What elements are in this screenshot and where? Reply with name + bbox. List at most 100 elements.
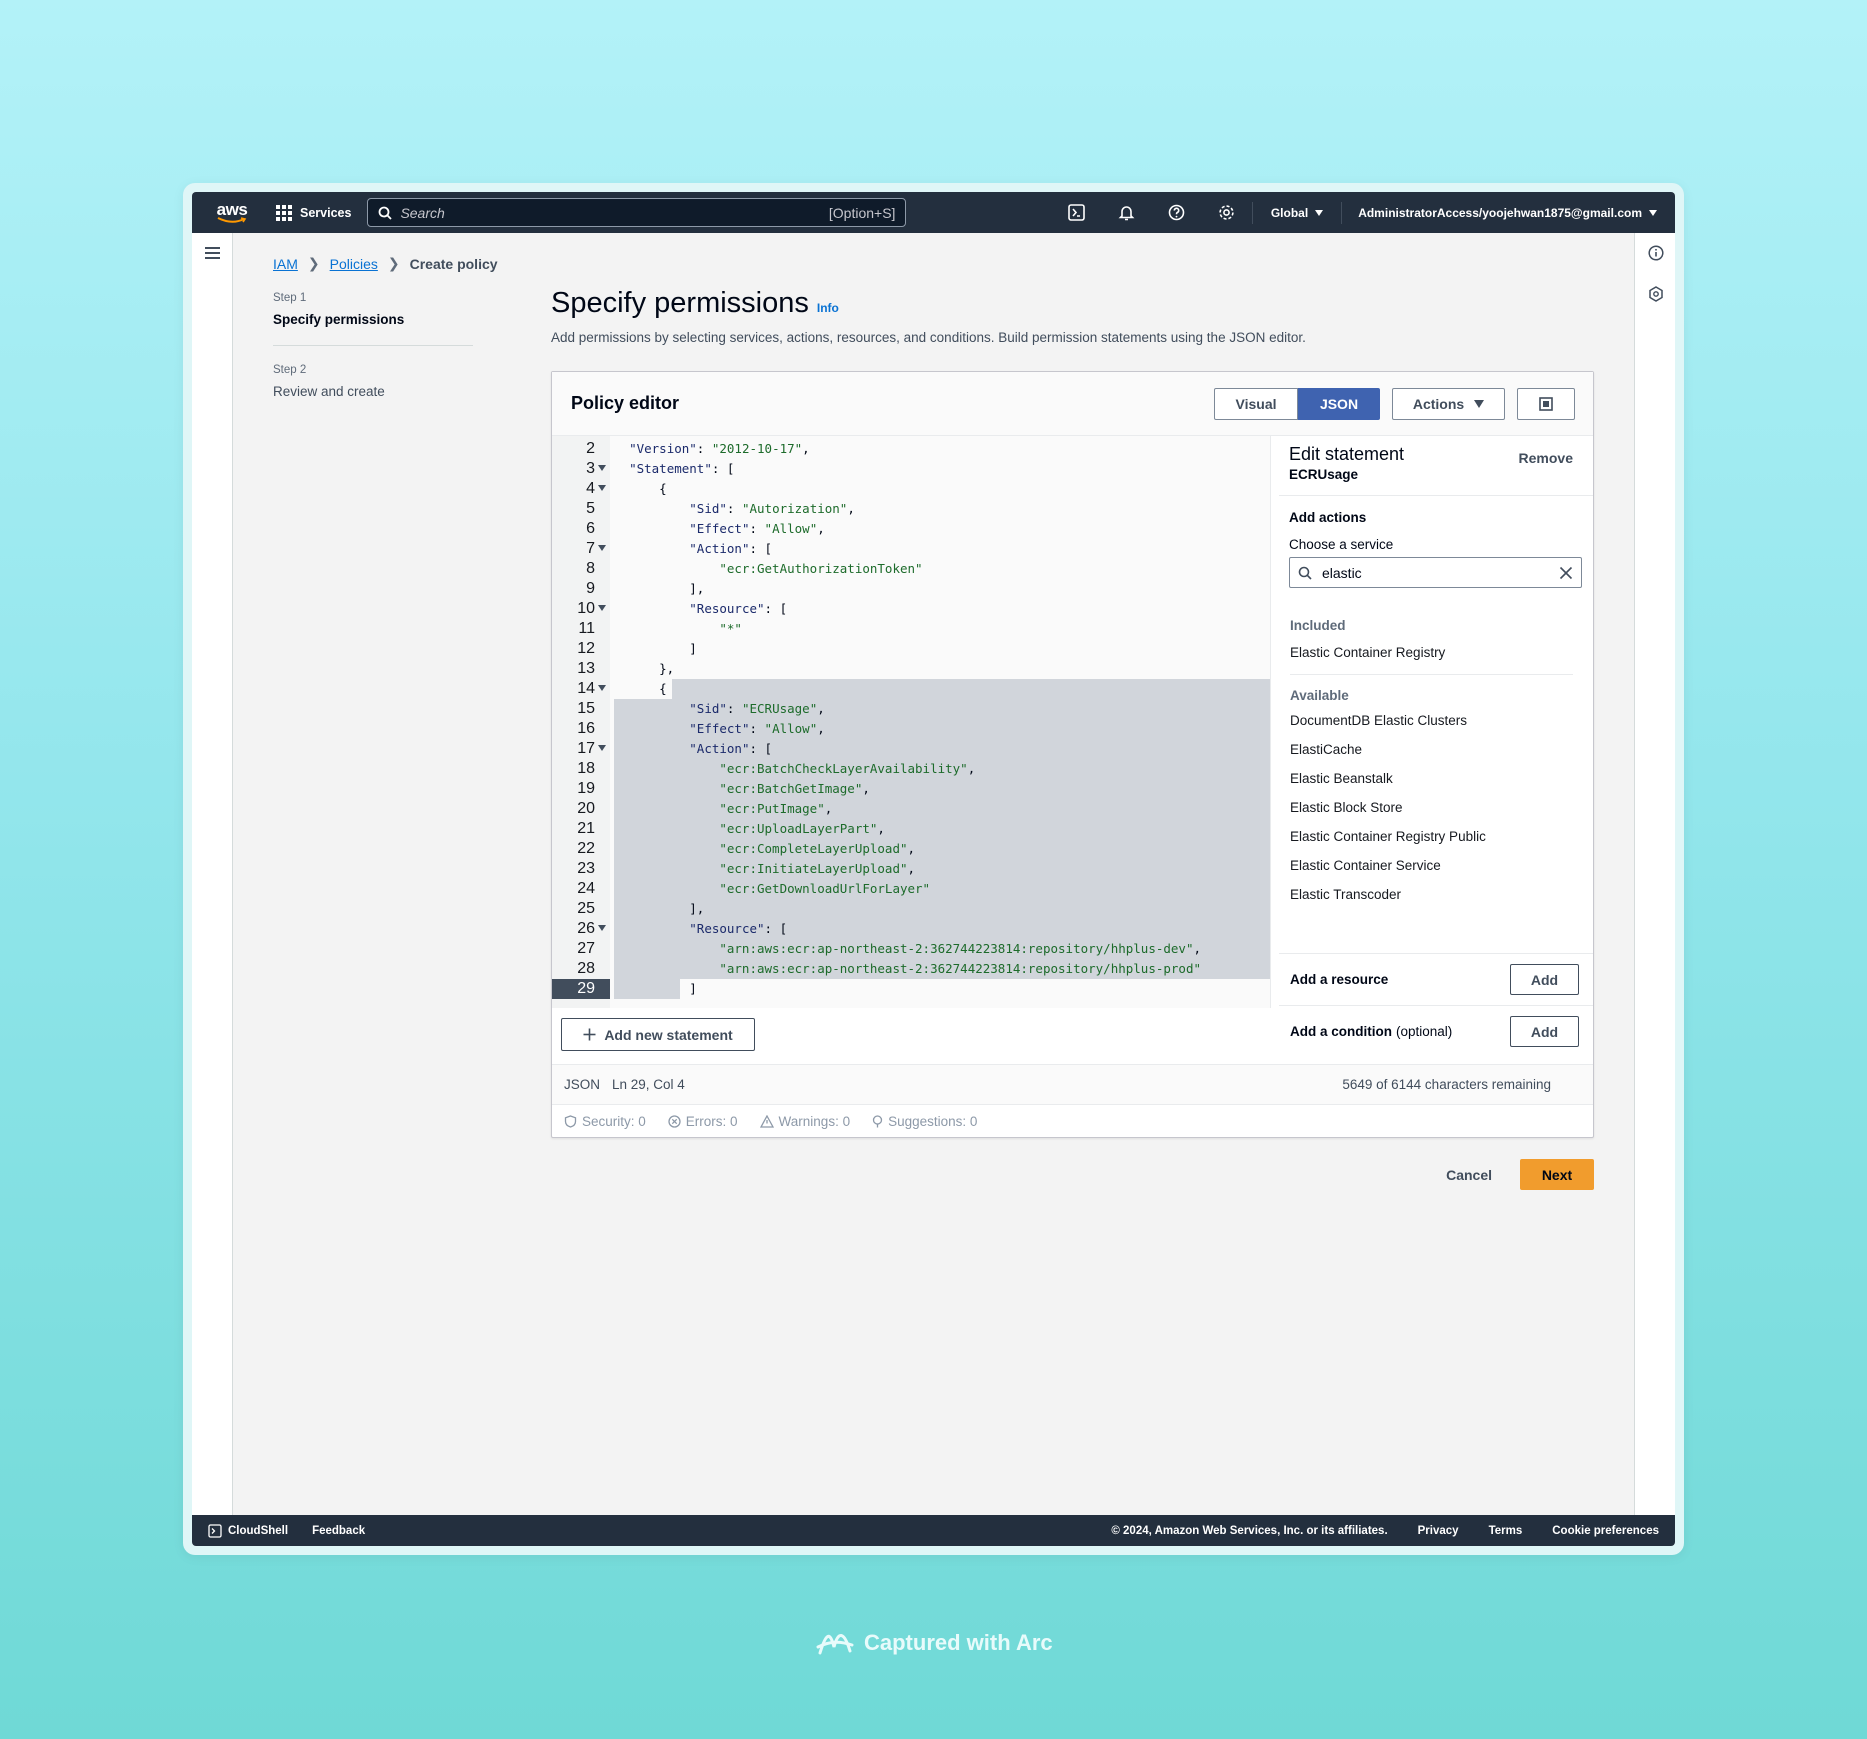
clear-icon[interactable] [1559,566,1573,580]
next-button[interactable]: Next [1520,1159,1594,1190]
cookie-preferences-link[interactable]: Cookie preferences [1552,1525,1659,1537]
fold-toggle-icon[interactable] [598,605,606,611]
add-resource-button[interactable]: Add [1510,964,1579,995]
search-input[interactable]: Search [Option+S] [367,198,907,227]
hexagon-icon[interactable] [1648,286,1664,302]
gear-icon[interactable] [1202,192,1252,233]
suggestions-tab[interactable]: Suggestions: 0 [872,1114,977,1129]
line-number: 3 [586,460,595,477]
help-icon[interactable] [1152,192,1202,233]
code-line: 10 "Resource": [ [552,599,1270,619]
json-code-editor[interactable]: 2 "Version": "2012-10-17", 3 "Statement":… [552,436,1271,1008]
editor-mode-toggle: Visual JSON [1214,387,1380,420]
line-number: 17 [577,740,595,757]
search-icon [379,206,393,220]
terms-link[interactable]: Terms [1489,1525,1523,1537]
breadcrumb-iam-link[interactable]: IAM [273,256,298,272]
add-actions-heading: Add actions [1289,510,1367,525]
status-mode: JSON [564,1077,601,1092]
add-condition-button[interactable]: Add [1510,1016,1579,1047]
service-option[interactable]: Elastic Container Registry Public [1279,822,1593,851]
code-text: "ecr:CompleteLayerUpload", [719,841,916,856]
top-navigation: aws Services Search [Option+S] Global Ad… [192,192,1675,233]
code-text: "Resource": [ [689,921,788,936]
main-content: Specify permissions Info Add permissions… [551,287,1594,1190]
line-number: 27 [577,940,595,957]
service-option[interactable]: Elastic Block Store [1279,793,1593,822]
menu-icon[interactable] [205,247,220,262]
arc-logo-icon [816,1634,854,1655]
cloudshell-icon[interactable] [1052,192,1102,233]
remove-statement-button[interactable]: Remove [1519,450,1573,466]
info-link[interactable]: Info [817,301,839,315]
fold-toggle-icon[interactable] [598,485,606,491]
line-number: 15 [577,700,595,717]
errors-tab[interactable]: Errors: 0 [668,1114,738,1129]
caret-down-icon [1474,399,1485,408]
code-line: 12 ] [552,639,1270,659]
security-findings-tab[interactable]: Security: 0 [564,1114,646,1129]
chevron-right-icon: ❯ [307,255,320,271]
code-text: "Statement": [ [629,461,735,476]
line-number: 4 [586,480,595,497]
service-option[interactable]: Elastic Container Service [1279,851,1593,880]
aws-logo[interactable]: aws [208,201,256,224]
fold-toggle-icon[interactable] [598,925,606,931]
code-line: 5 "Sid": "Autorization", [552,499,1270,519]
line-number: 29 [552,979,610,999]
services-menu-button[interactable]: Services [276,204,351,221]
toggle-panel-button[interactable] [1517,387,1575,420]
service-option[interactable]: Elastic Transcoder [1279,880,1593,909]
code-text: "Resource": [ [689,601,788,616]
service-option[interactable]: Elastic Beanstalk [1279,764,1593,793]
code-line: 11 "*" [552,619,1270,639]
feedback-link[interactable]: Feedback [312,1525,365,1537]
code-line: 13 }, [552,659,1270,679]
add-resource-row: Add a resource Add [1279,953,1593,1005]
wizard-actions: Cancel Next [551,1159,1594,1190]
line-number: 9 [586,580,595,597]
add-new-statement-button[interactable]: Add new statement [561,1018,755,1051]
service-option[interactable]: DocumentDB Elastic Clusters [1279,706,1593,735]
warnings-tab[interactable]: Warnings: 0 [759,1114,850,1129]
privacy-link[interactable]: Privacy [1418,1525,1459,1537]
code-line: 22 "ecr:CompleteLayerUpload", [552,839,1270,859]
service-option[interactable]: ElastiCache [1279,735,1593,764]
fold-toggle-icon[interactable] [598,545,606,551]
chevron-right-icon: ❯ [387,255,400,271]
code-text: "arn:aws:ecr:ap-northeast-2:362744223814… [719,941,1202,956]
cancel-button[interactable]: Cancel [1434,1167,1504,1183]
service-search-field[interactable] [1289,557,1582,588]
step-label: Step 2 [273,364,307,376]
visual-mode-button[interactable]: Visual [1214,387,1298,420]
left-rail [192,233,233,1515]
info-icon[interactable] [1648,245,1664,261]
lightbulb-icon [872,1114,883,1127]
fold-toggle-icon[interactable] [598,685,606,691]
code-text: "ecr:GetAuthorizationToken" [719,561,923,576]
json-mode-button[interactable]: JSON [1298,387,1380,420]
available-group-label: Available [1290,688,1349,703]
page-title: Specify permissions [551,287,809,319]
account-menu[interactable]: AdministratorAccess/yoojehwan1875@gmail.… [1342,206,1675,220]
service-option[interactable]: Elastic Container Registry [1279,638,1593,667]
code-text: "ecr:BatchGetImage", [719,781,870,796]
service-search-input[interactable] [1322,564,1549,581]
code-text: "ecr:GetDownloadUrlForLayer" [719,881,931,896]
policy-editor-header: Policy editor Visual JSON Actions [552,372,1593,436]
code-line: 29 ] [552,979,1270,999]
code-line: 28 "arn:aws:ecr:ap-northeast-2:362744223… [552,959,1270,979]
grid-icon [276,204,292,221]
code-line: 4 { [552,479,1270,499]
fold-toggle-icon[interactable] [598,745,606,751]
page-description: Add permissions by selecting services, a… [551,330,1306,345]
caret-down-icon [1315,209,1324,216]
region-selector[interactable]: Global [1253,206,1341,220]
search-placeholder: Search [400,204,445,221]
editor-status-bar: JSON Ln 29, Col 4 5649 of 6144 character… [552,1064,1593,1104]
cloudshell-button[interactable]: CloudShell [208,1523,288,1538]
fold-toggle-icon[interactable] [598,465,606,471]
breadcrumb-policies-link[interactable]: Policies [330,256,378,272]
bell-icon[interactable] [1102,192,1152,233]
actions-dropdown-button[interactable]: Actions [1392,387,1505,420]
